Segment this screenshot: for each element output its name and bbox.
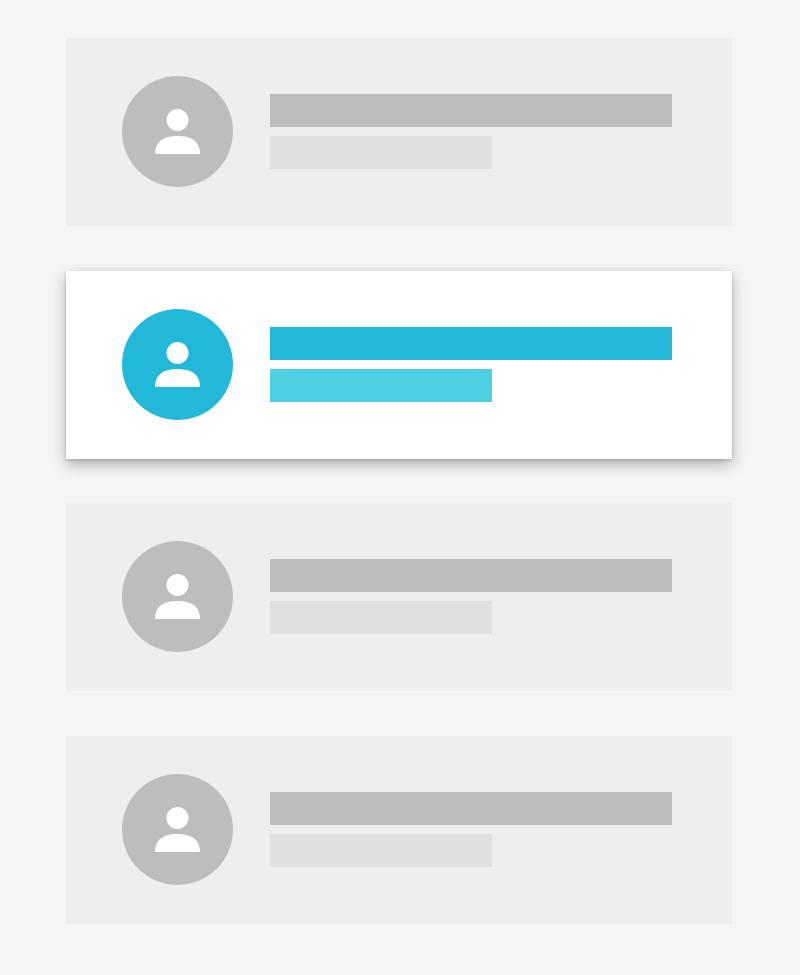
contact-list-page — [0, 0, 800, 975]
list-item-selected[interactable] — [66, 271, 732, 459]
primary-text-placeholder — [270, 94, 672, 127]
secondary-text-placeholder — [270, 369, 492, 402]
primary-text-placeholder — [270, 559, 672, 592]
list-item[interactable] — [66, 503, 732, 691]
avatar — [122, 541, 233, 652]
list-item[interactable] — [66, 38, 732, 226]
person-icon — [155, 342, 200, 387]
person-icon — [155, 109, 200, 154]
avatar — [122, 774, 233, 885]
secondary-text-placeholder — [270, 601, 492, 634]
person-icon — [155, 574, 200, 619]
secondary-text-placeholder — [270, 834, 492, 867]
avatar — [122, 309, 233, 420]
avatar — [122, 76, 233, 187]
secondary-text-placeholder — [270, 136, 492, 169]
list-item[interactable] — [66, 736, 732, 924]
primary-text-placeholder — [270, 327, 672, 360]
primary-text-placeholder — [270, 792, 672, 825]
person-icon — [155, 807, 200, 852]
